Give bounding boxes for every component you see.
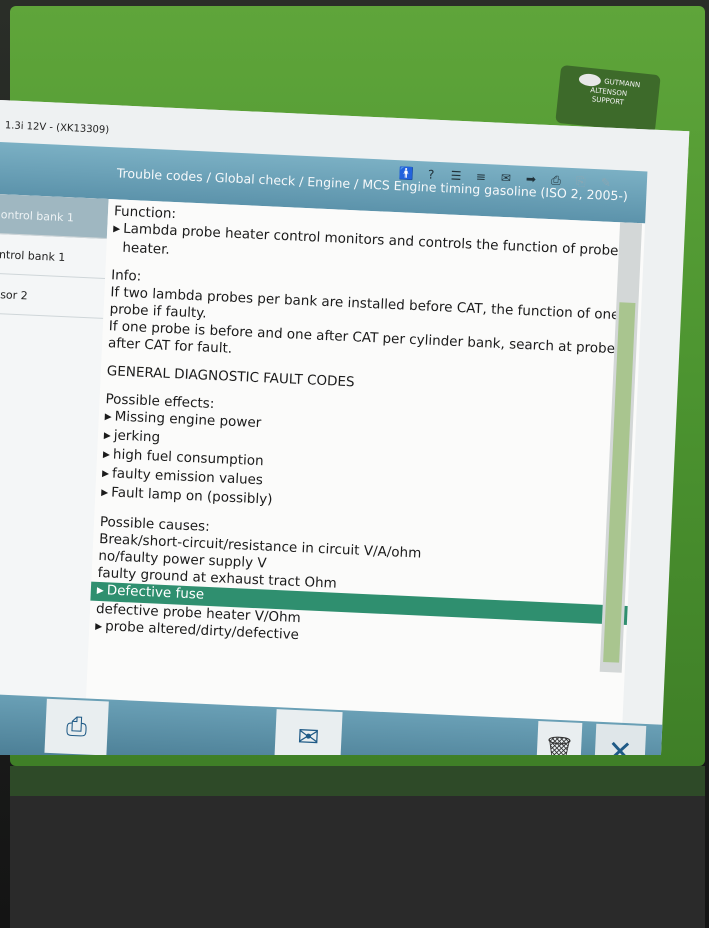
device-lower-area <box>10 796 705 928</box>
fault-description-panel: Function: Lambda probe heater control mo… <box>85 199 646 723</box>
sidebar-item-control-bank[interactable]: ntrol bank 1 <box>0 233 107 279</box>
trash-icon: 🗑 <box>543 734 575 755</box>
screen-content: 1.3i 12V - (XK13309) 🚹 ? ☰ ≡ ✉ ➡ ⎙ ⎘ ✎ T… <box>0 100 690 755</box>
close-icon: ✕ <box>606 733 634 755</box>
delete-button[interactable]: 🗑 <box>535 721 583 755</box>
support-button[interactable]: ✉ <box>274 709 343 755</box>
screen: 1.3i 12V - (XK13309) 🚹 ? ☰ ≡ ✉ ➡ ⎙ ⎘ ✎ T… <box>0 100 690 755</box>
sidebar-item-sensor-2[interactable]: isor 2 <box>0 273 105 319</box>
print-button[interactable]: ⎙ <box>44 698 109 755</box>
window-title: 1.3i 12V - (XK13309) <box>4 120 110 136</box>
printer-icon: ⎙ <box>65 711 88 743</box>
bezel-bottom <box>10 766 705 796</box>
lifebuoy-mail-icon: ✉ <box>296 722 320 754</box>
close-button[interactable]: ✕ <box>593 723 647 755</box>
sidebar-item-control-bank-active[interactable]: ontrol bank 1 <box>0 193 109 239</box>
